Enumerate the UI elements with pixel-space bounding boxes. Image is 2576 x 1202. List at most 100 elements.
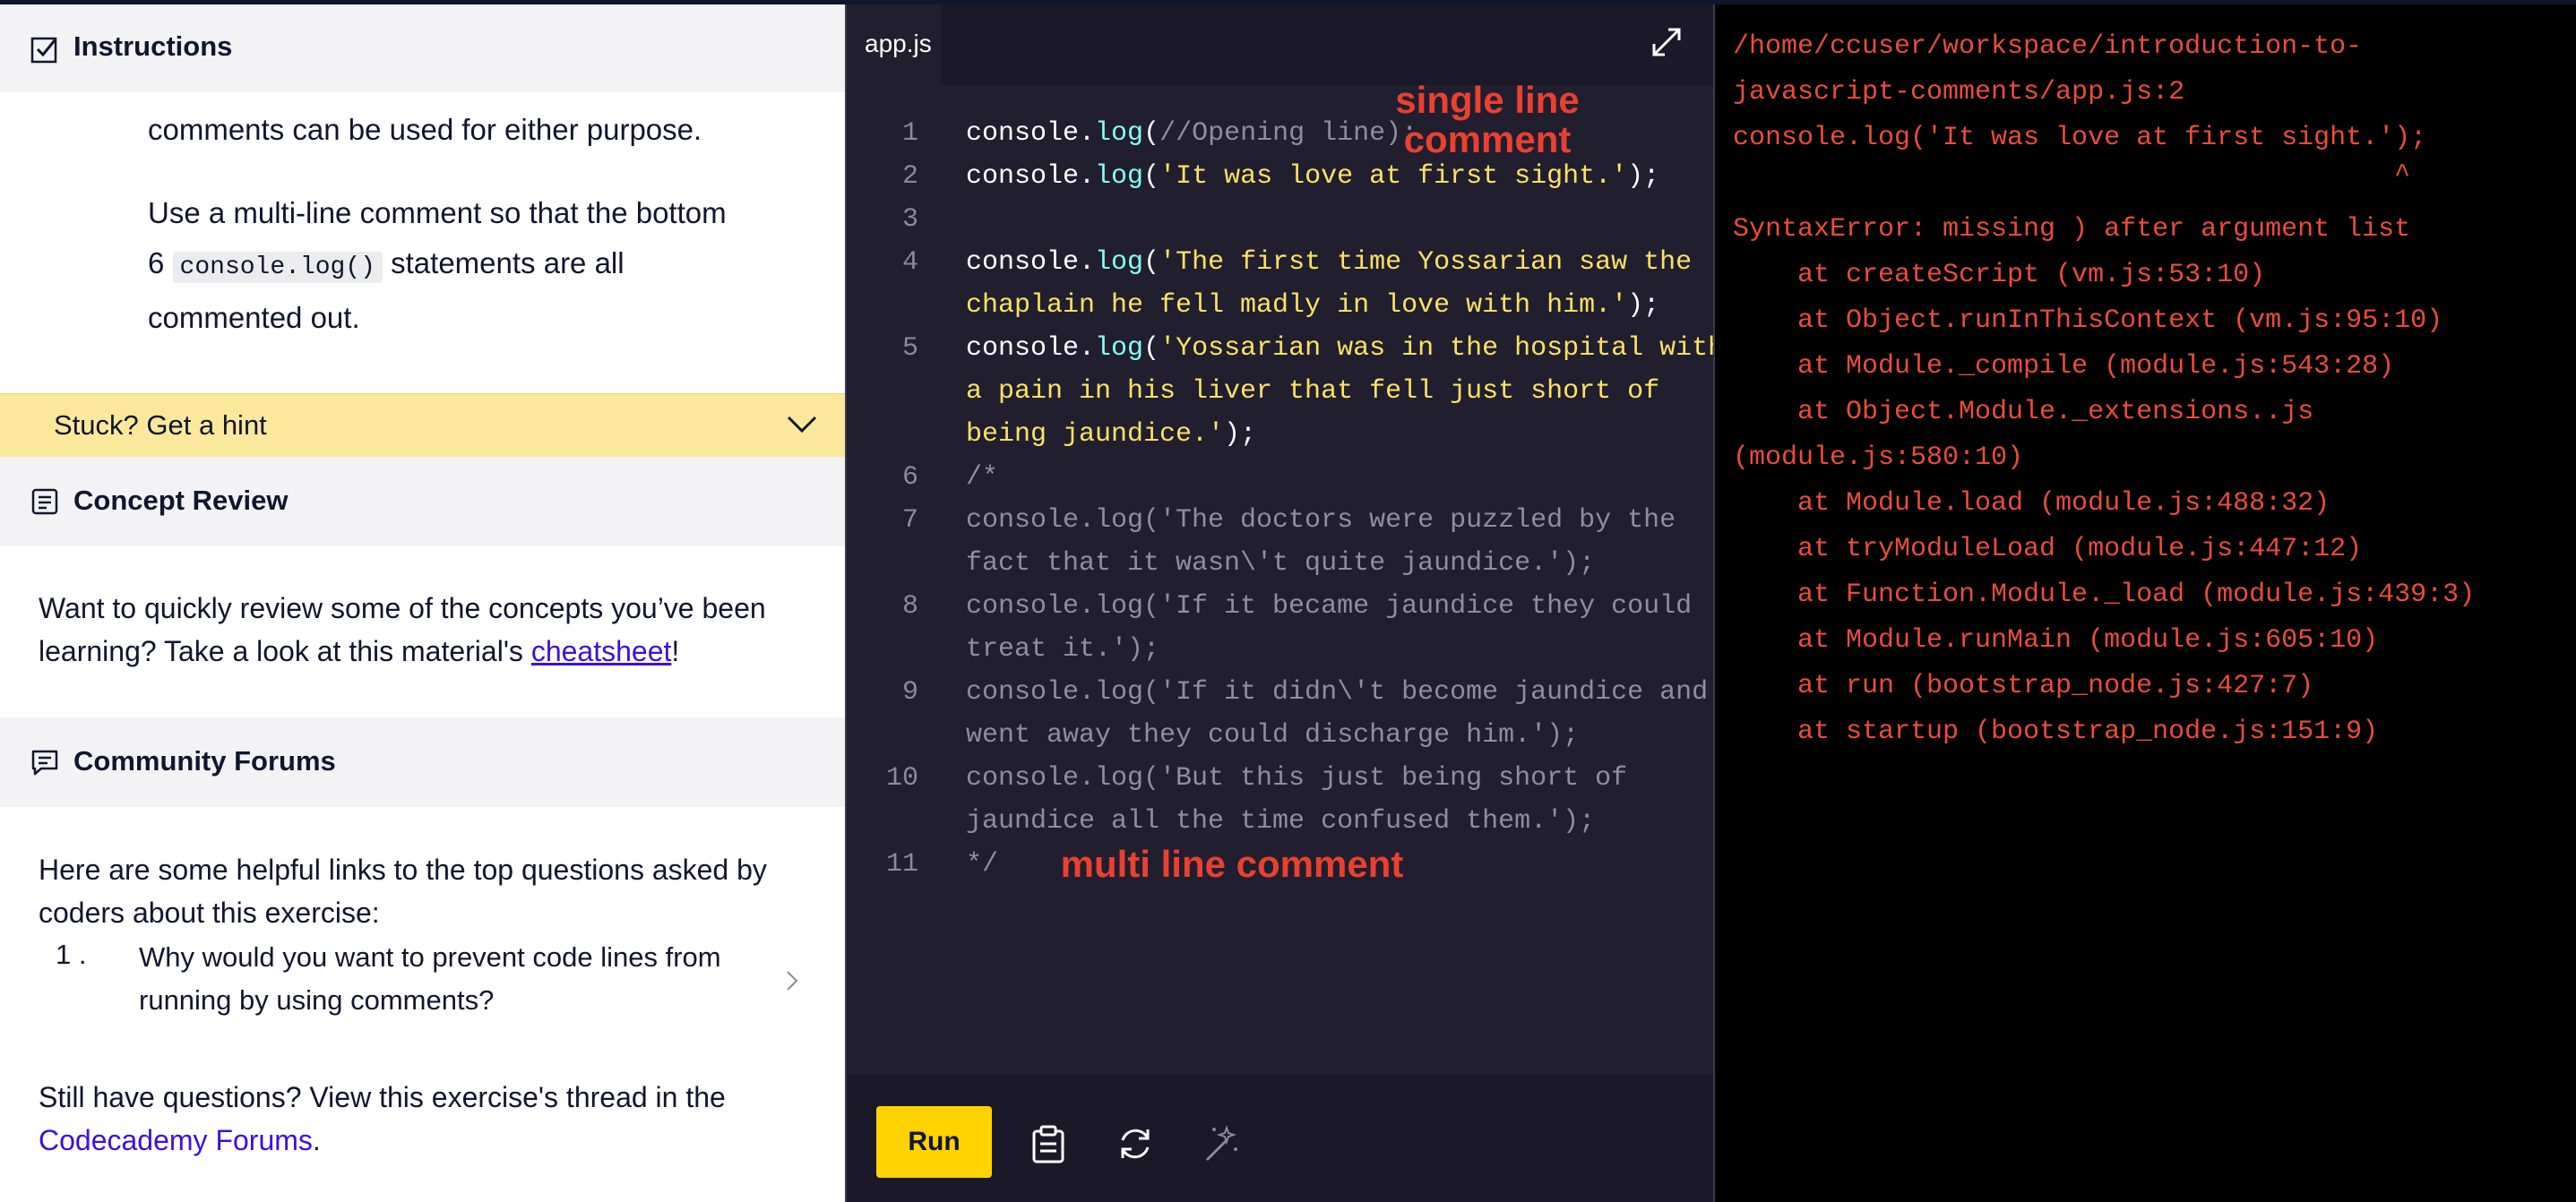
- checkbox-icon: [30, 37, 57, 64]
- code-token: (: [1143, 161, 1160, 192]
- code-line[interactable]: console.log('Yossarian was in the hospit…: [966, 327, 1724, 370]
- code-token: chaplain he fell madly in love with him.…: [966, 290, 1628, 321]
- expand-icon[interactable]: [1649, 24, 1684, 60]
- line-number: 11: [885, 849, 918, 880]
- code-line[interactable]: console.log('If it became jaundice they …: [966, 585, 1701, 628]
- run-button[interactable]: Run: [876, 1106, 992, 1178]
- tab-app-js[interactable]: app.js: [847, 4, 941, 85]
- task-line-1: Use a multi-line comment so that the bot…: [148, 196, 727, 229]
- hint-label: Stuck? Get a hint: [54, 409, 267, 441]
- question-link[interactable]: Why would you want to prevent code lines…: [139, 936, 766, 1022]
- line-number: 4: [901, 247, 918, 278]
- question-line-2: running by using comments?: [139, 984, 495, 1016]
- code-token: .: [1079, 118, 1096, 149]
- question-line-1: Why would you want to prevent code lines…: [139, 941, 721, 973]
- instructions-header[interactable]: Instructions: [0, 4, 845, 92]
- code-line-wrap[interactable]: treat it.');: [966, 628, 1701, 671]
- code-token: log: [1095, 333, 1144, 364]
- code-line-wrap[interactable]: being jaundice.');: [966, 413, 1701, 456]
- instructions-text: comments can be used for either purpose.: [148, 105, 811, 155]
- code-token: .: [1079, 333, 1096, 364]
- code-token: (: [1143, 247, 1160, 278]
- multi-line-comment-annotation: multi line comment: [1060, 843, 1404, 885]
- clipboard-icon[interactable]: [1027, 1122, 1070, 1165]
- code-token: console: [966, 161, 1080, 192]
- task-line-2: 6 console.log() statements are all: [148, 238, 811, 293]
- forums-intro-line-2: coders about this exercise:: [39, 897, 380, 929]
- forums-outro-line-1: Still have questions? View this exercise…: [39, 1081, 726, 1113]
- code-line[interactable]: console.log('But this just being short o…: [966, 757, 1701, 800]
- terminal-line: at Object.runInThisContext (vm.js:95:10): [1733, 305, 2443, 336]
- instructions-panel: Instructions comments can be used for ei…: [0, 4, 845, 1202]
- instructions-partial-line: comments can be used for either purpose.: [148, 113, 702, 146]
- inline-code: console.log(): [172, 252, 383, 283]
- concept-review-title: Concept Review: [73, 485, 289, 516]
- terminal-line: /home/ccuser/workspace/introduction-to-: [1733, 31, 2363, 62]
- code-line[interactable]: console.log(//Opening line);: [966, 112, 1701, 155]
- concept-review-line-2-suffix: !: [671, 635, 680, 667]
- code-line-wrap[interactable]: jaundice all the time confused them.');: [966, 800, 1701, 843]
- concept-review-line-1: Want to quickly review some of the conce…: [39, 592, 766, 624]
- code-token: );: [1627, 290, 1660, 321]
- code-line[interactable]: console.log('If it didn\'t become jaundi…: [966, 671, 1708, 714]
- code-token: .: [1079, 161, 1096, 192]
- question-number: 1 .: [56, 939, 87, 970]
- forums-intro-line-1: Here are some helpful links to the top q…: [39, 854, 767, 886]
- code-token: console: [966, 333, 1080, 364]
- code-token: //Opening line);: [1159, 118, 1418, 149]
- terminal-line: at tryModuleLoad (module.js:447:12): [1733, 534, 2363, 564]
- hint-toggle[interactable]: Stuck? Get a hint: [0, 393, 845, 458]
- cheatsheet-link[interactable]: cheatsheet: [531, 635, 672, 667]
- code-token: 'The first time Yossarian saw the: [1159, 247, 1693, 278]
- code-token: being jaundice.': [966, 419, 1225, 450]
- line-number: 7: [901, 505, 918, 536]
- code-token: );: [1224, 419, 1257, 450]
- code-token: (: [1143, 333, 1160, 364]
- terminal-line: at Object.Module._extensions..js: [1733, 397, 2314, 427]
- terminal-line: javascript-comments/app.js:2: [1733, 77, 2185, 107]
- code-line[interactable]: /*: [966, 456, 1701, 499]
- code-line-wrap[interactable]: chaplain he fell madly in love with him.…: [966, 284, 1701, 327]
- line-number: 8: [901, 591, 918, 622]
- forums-intro: Here are some helpful links to the top q…: [39, 848, 818, 934]
- line-number: 2: [901, 161, 918, 192]
- editor-toolbar: Run: [847, 1075, 1713, 1202]
- instructions-title: Instructions: [73, 30, 233, 62]
- codecademy-forums-link[interactable]: Codecademy Forums: [39, 1124, 313, 1156]
- concept-review-line-2-prefix: learning? Take a look at this material's: [39, 635, 531, 667]
- concept-review-text: Want to quickly review some of the conce…: [39, 587, 818, 673]
- terminal-line: (module.js:580:10): [1733, 442, 2024, 473]
- code-line[interactable]: console.log('The doctors were puzzled by…: [966, 499, 1701, 542]
- code-line[interactable]: console.log('The first time Yossarian sa…: [966, 241, 1701, 284]
- instructions-task: Use a multi-line comment so that the bot…: [148, 188, 811, 343]
- code-line[interactable]: console.log('It was love at first sight.…: [966, 155, 1701, 198]
- code-line-wrap[interactable]: a pain in his liver that fell just short…: [966, 370, 1701, 413]
- terminal-line: at Module.load (module.js:488:32): [1733, 488, 2330, 519]
- line-number: 10: [885, 763, 918, 794]
- code-token: a pain in his liver that fell just short…: [966, 376, 1660, 407]
- terminal-line: at createScript (vm.js:53:10): [1733, 260, 2266, 290]
- terminal-line: at startup (bootstrap_node.js:151:9): [1733, 717, 2379, 747]
- code-token: console: [966, 247, 1080, 278]
- document-icon: [31, 488, 58, 515]
- magic-wand-icon[interactable]: [1200, 1122, 1243, 1165]
- chat-icon: [31, 750, 58, 776]
- code-editor[interactable]: app.js 1 console.log(//Opening line); 2 …: [847, 4, 1724, 1202]
- terminal-output[interactable]: /home/ccuser/workspace/introduction-to- …: [1715, 4, 2576, 1202]
- chevron-down-icon: [787, 416, 817, 434]
- line-number: 9: [901, 677, 918, 708]
- tab-label: app.js: [865, 30, 932, 57]
- line-number: 5: [901, 333, 918, 364]
- code-line-wrap[interactable]: fact that it wasn\'t quite jaundice.');: [966, 542, 1701, 585]
- code-token: (: [1143, 118, 1160, 149]
- code-line-wrap[interactable]: went away they could discharge him.');: [966, 714, 1701, 757]
- terminal-line: SyntaxError: missing ) after argument li…: [1733, 214, 2411, 245]
- line-number: 3: [901, 204, 918, 235]
- code-token: console: [966, 118, 1080, 149]
- task-line-2-suffix: statements are all: [382, 246, 625, 279]
- single-line-comment-annotation: single line comment: [1395, 79, 1580, 160]
- terminal-line: ^: [1733, 160, 2411, 191]
- chevron-right-icon[interactable]: [786, 970, 798, 992]
- refresh-icon[interactable]: [1114, 1122, 1157, 1165]
- code-token: log: [1095, 161, 1144, 192]
